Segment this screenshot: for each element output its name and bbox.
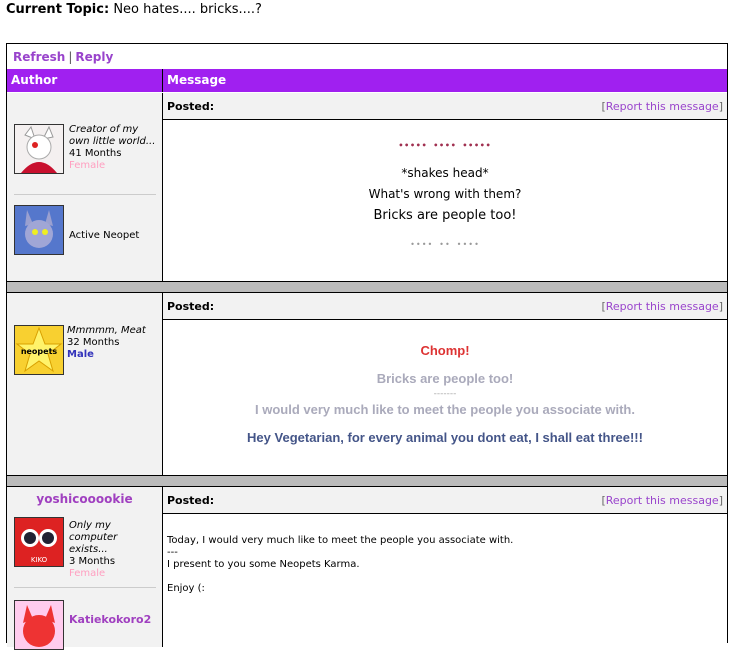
table-header: Author Message [7,69,727,92]
post-3-author-1-info: Only my computer exists... 3 Months Fema… [69,520,159,580]
author-column-header: Author [11,73,58,87]
author-months: 32 Months [67,337,120,348]
post-separator [7,476,727,486]
author-title: Mmmmm, Meat [67,325,146,336]
message-line: I present to you some Neopets Karma. [167,559,360,570]
avatar[interactable]: KIKO [14,517,64,567]
message-line: Bricks are people too! [376,371,514,386]
report-container: [Report this message] [601,300,723,313]
author-title: Creator of my own little world... [69,124,156,147]
signature-header: ••••• •••• ••••• [398,141,492,150]
red-neopet-icon [15,601,63,649]
white-red-neopet-icon [15,125,63,173]
author-months: 41 Months [69,148,122,159]
purple-wolf-neopet-icon [15,206,63,254]
message-line: What's wrong with them? [368,187,522,201]
message-line: Hey Vegetarian, for every animal you don… [247,430,643,445]
post-2-author-info: Mmmmm, Meat 32 Months Male [67,325,159,361]
posted-bar: Posted: [Report this message] [163,487,727,514]
author-gender: Female [69,568,106,579]
link-separator: | [68,50,73,64]
author-title: Active Neopet [69,230,140,241]
post-separator [7,282,727,292]
reply-link[interactable]: Reply [75,50,113,64]
signature-footer: •••• •• •••• [410,240,480,249]
topic-title: Neo hates.... bricks....? [113,2,262,17]
post-2-message-cell: Posted: [Report this message] Chomp! Bri… [163,293,727,475]
author-divider [14,194,156,195]
report-close-bracket: ] [718,300,723,313]
post-1-author-cell: Creator of my own little world... 41 Mon… [7,93,162,281]
message-line: Enjoy (: [167,583,205,594]
avatar[interactable] [14,205,64,255]
author-gender: Female [69,160,106,171]
report-close-bracket: ] [718,100,723,113]
header-divider [162,69,163,92]
posted-label: Posted: [167,100,215,113]
message-line: Today, I would very much like to meet th… [167,535,514,546]
author-username[interactable]: yoshicooookie [7,492,162,506]
message-column-header: Message [167,73,227,87]
author-username[interactable]: Katiekokoro2 [69,613,151,626]
report-message-link[interactable]: Report this message [606,100,719,113]
posted-label: Posted: [167,300,215,313]
post-2-author-cell: neopets Mmmmm, Meat 32 Months Male [7,293,162,475]
posted-bar: Posted: [Report this message] [163,293,727,320]
post-3-author-cell: yoshicooookie KIKO Only my computer exis… [7,487,162,650]
current-topic: Current Topic: Neo hates.... bricks....? [6,2,262,17]
message-line: Chomp! [420,343,470,358]
message-line: *shakes head* [401,166,489,180]
message-board: Refresh | Reply Author Message Creator of … [6,43,728,650]
author-title: Only my computer exists... [69,520,118,555]
avatar[interactable]: neopets [14,325,64,375]
post-3-message-cell: Posted: [Report this message] Today, I w… [163,487,727,647]
author-months: 3 Months [69,556,116,567]
posted-bar: Posted: [Report this message] [163,93,727,120]
posted-label: Posted: [167,494,215,507]
message-line: --- [167,547,178,558]
report-message-link[interactable]: Report this message [606,494,719,507]
refresh-link[interactable]: Refresh [13,50,65,64]
svg-text:neopets: neopets [21,347,58,356]
message-body: Today, I would very much like to meet th… [167,535,513,595]
message-line: Bricks are people too! [373,208,517,223]
message-divider: ------- [433,389,457,399]
message-line: I would very much like to meet the peopl… [255,402,635,417]
report-container: [Report this message] [601,494,723,507]
red-kiko-icon: KIKO [15,518,63,566]
report-close-bracket: ] [718,494,723,507]
svg-text:KIKO: KIKO [31,556,48,564]
author-divider [14,587,156,588]
post-1-message-cell: Posted: [Report this message] ••••• ••••… [163,93,727,281]
report-container: [Report this message] [601,100,723,113]
board-links: Refresh | Reply [13,50,113,64]
post-1-author-2-info: Active Neopet [69,230,139,242]
avatar[interactable] [14,600,64,650]
author-gender: Male [67,349,94,360]
avatar[interactable] [14,124,64,174]
neopets-star-icon: neopets [15,326,63,374]
report-message-link[interactable]: Report this message [606,300,719,313]
post-1-author-1-info: Creator of my own little world... 41 Mon… [69,124,159,172]
current-topic-label: Current Topic: [6,2,110,17]
